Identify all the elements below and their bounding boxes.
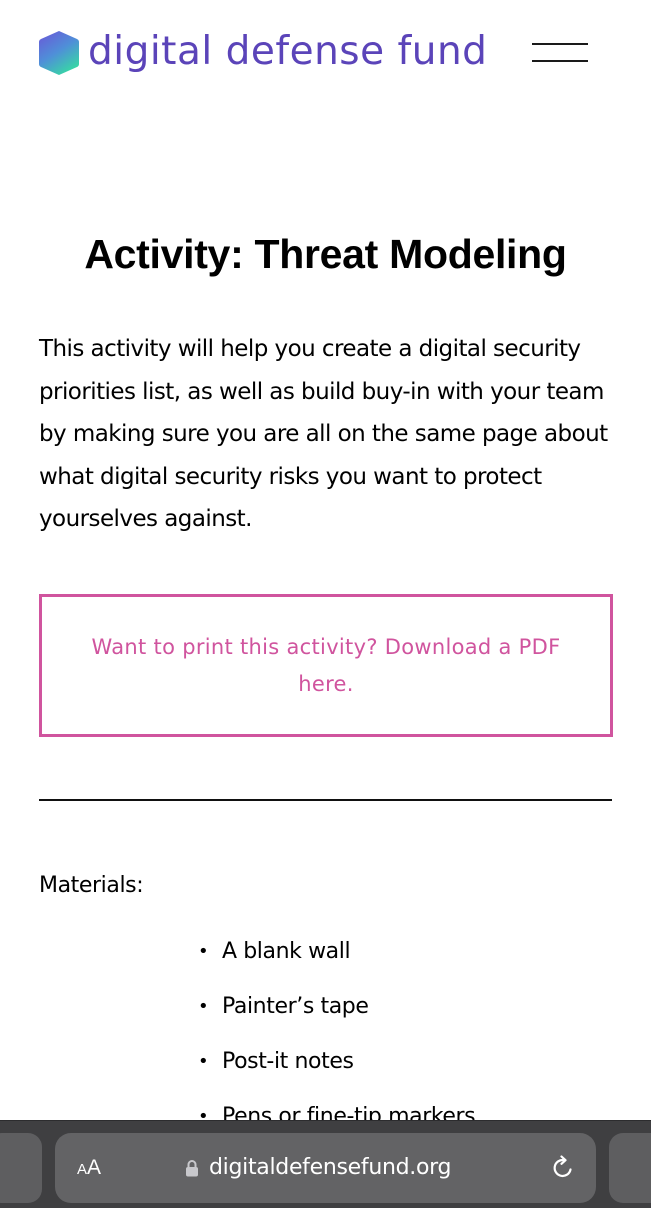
materials-heading: Materials: [39,873,144,898]
list-item: • Post-it notes [196,1044,475,1099]
list-item-text: Post-it notes [222,1049,354,1074]
site-header: digital defense fund [0,0,651,110]
download-pdf-link[interactable]: Want to print this activity? Download a … [91,629,561,703]
page-title: Activity: Threat Modeling [84,231,567,277]
address-bar[interactable]: AA digitaldefensefund.org [55,1133,596,1203]
list-item: • A blank wall [196,934,475,989]
menu-bar-bottom [532,60,588,62]
reload-icon[interactable] [550,1155,576,1181]
intro-paragraph: This activity will help you create a dig… [39,336,608,532]
bullet: • [198,941,209,962]
list-item: • Painter’s tape [196,989,475,1044]
previous-tab-preview[interactable] [0,1133,42,1203]
bullet: • [198,1051,209,1072]
section-divider [39,799,612,801]
site-logo-text[interactable]: digital defense fund [88,26,487,78]
text-size-small-label: A [77,1161,88,1178]
list-item-text: Painter’s tape [222,994,369,1019]
menu-bar-top [532,43,588,45]
hamburger-menu-icon[interactable] [532,40,588,66]
text-size-button[interactable]: AA [77,1153,101,1185]
next-tab-preview[interactable] [609,1133,651,1203]
lock-icon [186,1160,198,1177]
print-callout-box: Want to print this activity? Download a … [39,594,613,737]
list-item-text: A blank wall [222,939,351,964]
browser-toolbar: AA digitaldefensefund.org [0,1120,651,1208]
url-text[interactable]: digitaldefensefund.org [209,1152,451,1184]
text-size-large-label: A [87,1156,102,1179]
logo-icon[interactable] [38,30,80,76]
bullet: • [198,996,209,1017]
